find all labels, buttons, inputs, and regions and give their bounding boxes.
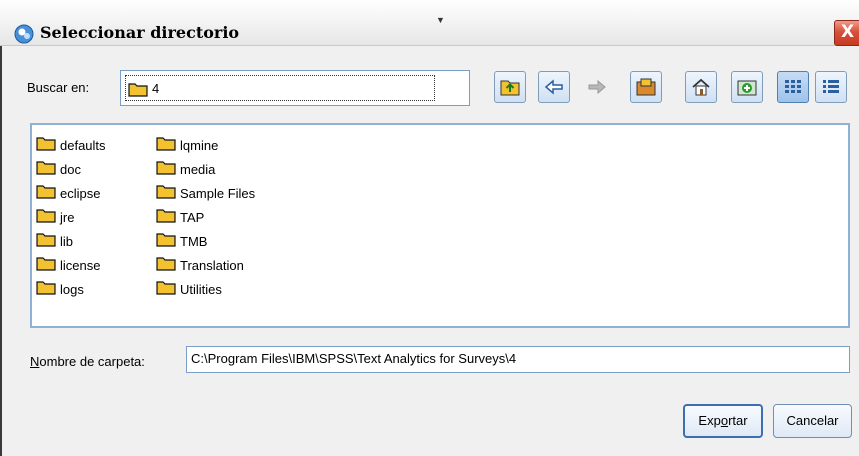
home-icon	[692, 78, 710, 96]
close-icon: X	[841, 22, 855, 42]
folder-icon	[156, 184, 176, 202]
combo-focus-rect	[125, 75, 435, 101]
folder-item[interactable]: license	[36, 255, 100, 275]
cancel-button[interactable]: Cancelar	[773, 404, 852, 438]
folder-icon	[36, 184, 56, 202]
list-view-button[interactable]	[777, 71, 809, 103]
folder-item-label: defaults	[60, 137, 106, 153]
folder-list[interactable]: defaults doc eclipse jre lib license logs lqmi…	[30, 123, 850, 328]
close-button[interactable]: X	[834, 20, 859, 46]
folder-item-label: lqmine	[180, 137, 219, 153]
folder-item-label: TAP	[180, 209, 205, 225]
folder-item[interactable]: media	[156, 159, 215, 179]
window-frame	[0, 46, 2, 456]
folder-item-label: doc	[60, 161, 81, 177]
folder-item[interactable]: logs	[36, 279, 84, 299]
folder-item[interactable]: TMB	[156, 231, 207, 251]
folder-icon	[36, 232, 56, 250]
folder-name-label: Nombre de carpeta:	[30, 354, 145, 369]
folder-item-label: license	[60, 257, 101, 273]
new-folder-button[interactable]	[731, 71, 763, 103]
folder-item-label: eclipse	[60, 185, 101, 201]
folder-icon	[156, 160, 176, 178]
folder-item[interactable]: TAP	[156, 207, 204, 227]
folder-item-label: Translation	[180, 257, 244, 273]
folder-icon	[36, 208, 56, 226]
export-button[interactable]: Exportar	[683, 404, 763, 438]
app-icon	[14, 24, 34, 44]
up-folder-button[interactable]	[494, 71, 526, 103]
desktop-icon	[636, 78, 656, 96]
folder-icon	[156, 232, 176, 250]
folder-icon	[36, 280, 56, 298]
folder-item-label: Utilities	[180, 281, 222, 297]
dropdown-arrow-icon[interactable]: ▼	[436, 15, 445, 25]
folder-item[interactable]: lib	[36, 231, 73, 251]
folder-item[interactable]: eclipse	[36, 183, 100, 203]
home-button[interactable]	[685, 71, 717, 103]
folder-item-label: Sample Files	[180, 185, 256, 201]
folder-item-label: logs	[60, 281, 84, 297]
folder-item[interactable]: Utilities	[156, 279, 222, 299]
forward-arrow-icon	[588, 79, 606, 95]
lookin-combobox[interactable]: 4	[120, 70, 470, 106]
back-arrow-icon	[544, 79, 563, 95]
folder-icon	[36, 256, 56, 274]
folder-item[interactable]: Sample Files	[156, 183, 255, 203]
folder-icon	[156, 208, 176, 226]
details-view-button[interactable]	[815, 71, 847, 103]
folder-icon	[128, 83, 148, 97]
lookin-value: 4	[152, 81, 160, 96]
folder-icon	[156, 136, 176, 154]
folder-icon	[36, 160, 56, 178]
folder-item[interactable]: lqmine	[156, 135, 218, 155]
up-folder-icon	[500, 80, 520, 96]
folder-icon	[156, 256, 176, 274]
folder-icon	[156, 280, 176, 298]
forward-button[interactable]	[581, 71, 613, 103]
folder-item-label: media	[180, 161, 216, 177]
folder-name-field[interactable]: C:\Program Files\IBM\SPSS\Text Analytics…	[186, 346, 850, 373]
lookin-label: Buscar en:	[27, 80, 90, 95]
back-button[interactable]	[538, 71, 570, 103]
folder-item[interactable]: defaults	[36, 135, 106, 155]
folder-item[interactable]: doc	[36, 159, 81, 179]
desktop-button[interactable]	[630, 71, 662, 103]
folder-item-label: lib	[60, 233, 74, 249]
list-view-icon	[785, 80, 801, 93]
folder-icon	[36, 136, 56, 154]
folder-item-label: jre	[60, 209, 75, 225]
window-title: Seleccionar directorio	[40, 23, 240, 42]
title-bar: Seleccionar directorio X	[0, 0, 859, 46]
folder-item[interactable]: jre	[36, 207, 74, 227]
folder-item[interactable]: Translation	[156, 255, 244, 275]
new-folder-icon	[737, 80, 757, 96]
details-view-icon	[823, 80, 839, 93]
folder-item-label: TMB	[180, 233, 208, 249]
